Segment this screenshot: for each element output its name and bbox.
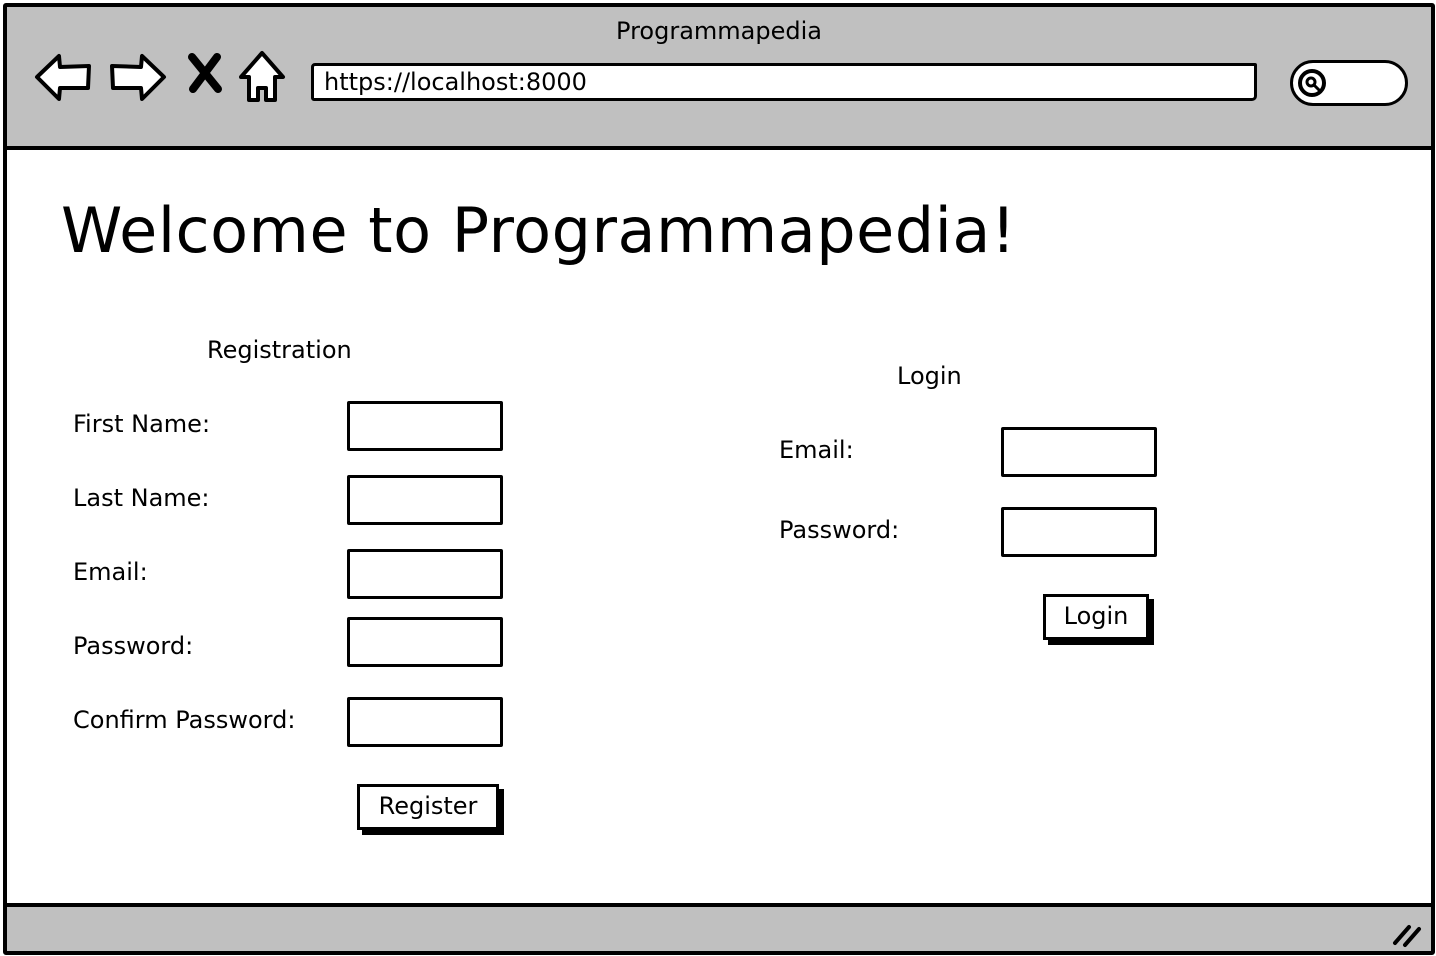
- last-name-label: Last Name:: [73, 484, 210, 512]
- login-title: Login: [897, 362, 962, 390]
- browser-toolbar: Programmapedia https://localhost:8000: [7, 7, 1431, 150]
- registration-email-label: Email:: [73, 558, 148, 586]
- browser-window: Programmapedia https://localhost:8000 We…: [3, 3, 1435, 955]
- status-bar: [7, 903, 1431, 951]
- login-password-field[interactable]: [1001, 507, 1157, 557]
- address-bar[interactable]: https://localhost:8000: [311, 63, 1257, 101]
- login-email-label: Email:: [779, 436, 854, 464]
- registration-title: Registration: [207, 336, 352, 364]
- first-name-label: First Name:: [73, 410, 211, 438]
- resize-grip-icon[interactable]: [1391, 919, 1425, 949]
- search-icon: [1298, 69, 1326, 97]
- first-name-field[interactable]: [347, 401, 503, 451]
- confirm-password-field[interactable]: [347, 697, 503, 747]
- home-icon[interactable]: [237, 49, 287, 105]
- registration-email-field[interactable]: [347, 549, 503, 599]
- login-password-label: Password:: [779, 516, 900, 544]
- confirm-password-label: Confirm Password:: [73, 706, 296, 734]
- registration-password-field[interactable]: [347, 617, 503, 667]
- window-title: Programmapedia: [616, 17, 822, 45]
- close-x-icon[interactable]: [187, 53, 223, 93]
- forward-arrow-icon[interactable]: [107, 51, 169, 103]
- browser-search-field[interactable]: [1290, 60, 1408, 106]
- login-email-field[interactable]: [1001, 427, 1157, 477]
- back-arrow-icon[interactable]: [33, 51, 95, 103]
- register-button[interactable]: Register: [357, 784, 499, 830]
- login-button[interactable]: Login: [1043, 594, 1149, 640]
- page-title: Welcome to Programmapedia!: [61, 194, 1017, 267]
- last-name-field[interactable]: [347, 475, 503, 525]
- registration-password-label: Password:: [73, 632, 194, 660]
